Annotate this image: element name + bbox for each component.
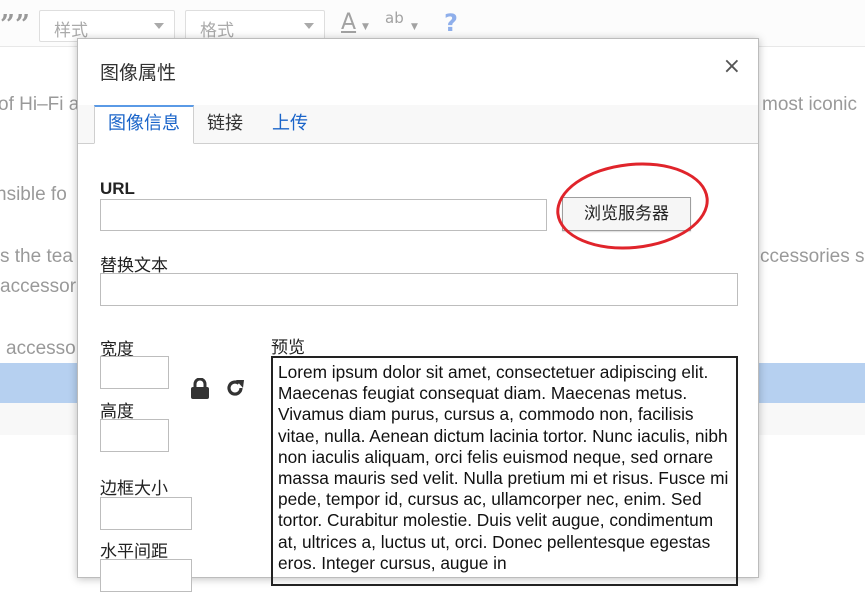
highlight-circle [551,155,714,257]
url-label: URL [100,179,135,198]
image-properties-dialog: 图像属性 × 图像信息 链接 上传 URL 浏览服务器 替换文本 宽度 高度 边… [77,38,759,592]
width-input[interactable] [100,356,169,389]
reset-size-icon[interactable] [224,377,246,399]
url-input[interactable] [100,199,547,231]
dialog-tabbar: 图像信息 链接 上传 [78,105,758,144]
dialog-title: 图像属性 [100,62,177,84]
tab-link[interactable]: 链接 [194,105,256,143]
preview-box: Lorem ipsum dolor sit amet, consectetuer… [271,356,738,586]
preview-label: 预览 [271,338,305,358]
border-size-label: 边框大小 [100,479,168,499]
tab-upload[interactable]: 上传 [259,105,321,143]
alt-text-input[interactable] [100,273,738,306]
tab-image-info[interactable]: 图像信息 [94,105,194,144]
hspace-input[interactable] [100,559,192,592]
border-size-input[interactable] [100,497,192,530]
close-icon[interactable]: × [723,55,741,79]
height-input[interactable] [100,419,169,452]
lock-icon[interactable] [190,378,210,400]
